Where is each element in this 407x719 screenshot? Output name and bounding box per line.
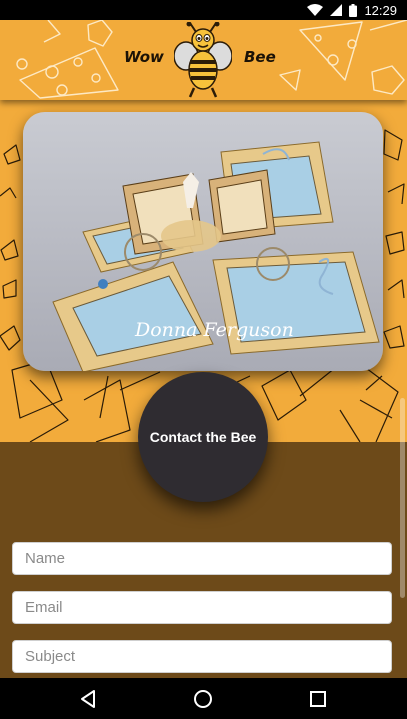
header: Wow Bee: [0, 20, 407, 100]
recent-apps-button[interactable]: [288, 678, 348, 719]
wow-bee-logo[interactable]: Wow Bee: [118, 22, 288, 98]
craft-card-photo: Donna Ferguson: [23, 112, 383, 371]
watermark-text: Donna Ferguson: [134, 319, 294, 341]
system-navigation-bar: [0, 678, 407, 719]
email-input[interactable]: [12, 591, 392, 624]
back-button[interactable]: [58, 678, 118, 719]
wifi-icon: [307, 4, 324, 16]
recent-apps-icon: [310, 690, 326, 707]
status-bar: 12:29: [0, 0, 407, 20]
bee-mascot-icon: [174, 22, 232, 98]
logo-wow-text: Wow: [124, 48, 164, 66]
contact-the-bee-button[interactable]: Contact the Bee: [138, 372, 268, 502]
back-icon: [81, 689, 95, 708]
scrollbar[interactable]: [400, 398, 405, 598]
battery-icon: [349, 3, 358, 17]
status-time: 12:29: [364, 2, 397, 18]
logo-bee-text: Bee: [244, 48, 276, 66]
contact-button-label: Contact the Bee: [149, 429, 257, 445]
home-icon: [194, 689, 212, 708]
subject-input[interactable]: [12, 640, 392, 673]
home-button[interactable]: [173, 678, 233, 719]
hero-craft-image: Donna Ferguson: [23, 112, 383, 371]
cellular-signal-icon: [330, 4, 343, 16]
name-input[interactable]: [12, 542, 392, 575]
